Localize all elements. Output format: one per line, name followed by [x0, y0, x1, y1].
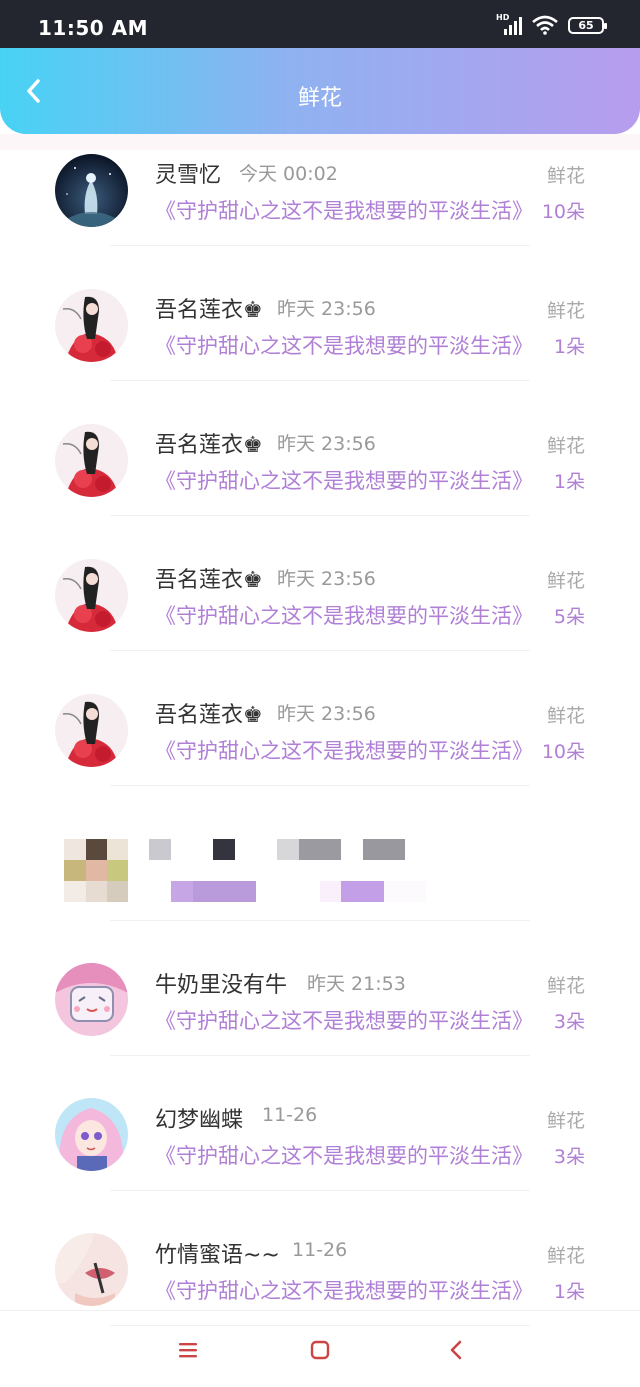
sender-name: 吾名莲衣♚	[155, 703, 263, 728]
mosaic-censored-row	[0, 825, 640, 960]
battery-level: 65	[578, 18, 594, 32]
gift-count: 1朵	[553, 1281, 585, 1303]
sender-name: 吾名莲衣♚	[155, 568, 263, 593]
avatar[interactable]	[55, 289, 128, 362]
mosaic-block	[107, 839, 128, 860]
list-item[interactable]: 吾名莲衣♚ 昨天 23:56 《守护甜心之这不是我想要的平淡生活》 鲜花 1朵	[0, 285, 640, 420]
timestamp: 11-26	[262, 1104, 318, 1126]
divider	[110, 1055, 530, 1056]
signal-icon: HD	[496, 13, 522, 35]
status-time: 11:50 AM	[38, 16, 149, 40]
mosaic-block	[277, 839, 299, 860]
mosaic-block	[193, 881, 256, 902]
gift-count: 5朵	[553, 606, 585, 628]
gift-count: 3朵	[553, 1011, 585, 1033]
gift-type: 鲜花	[546, 570, 585, 592]
mosaic-block	[64, 881, 86, 902]
timestamp: 昨天 21:53	[307, 973, 406, 995]
divider	[110, 650, 530, 651]
gift-type: 鲜花	[546, 705, 585, 727]
sender-name: 灵雪忆	[155, 163, 222, 188]
book-title: 《守护甜心之这不是我想要的平淡生活》	[155, 1009, 533, 1033]
mosaic-block	[171, 881, 193, 902]
sender-name: 牛奶里没有牛	[155, 973, 288, 998]
divider	[110, 515, 530, 516]
book-title: 《守护甜心之这不是我想要的平淡生活》	[155, 469, 533, 493]
avatar[interactable]	[55, 1233, 128, 1306]
gift-type: 鲜花	[546, 435, 585, 457]
book-title: 《守护甜心之这不是我想要的平淡生活》	[155, 739, 533, 763]
list-item[interactable]: 幻梦幽蝶 11-26 《守护甜心之这不是我想要的平淡生活》 鲜花 3朵	[0, 1095, 640, 1230]
mosaic-block	[107, 881, 128, 902]
list-item[interactable]	[0, 825, 640, 960]
timestamp: 昨天 23:56	[277, 568, 376, 590]
mosaic-block	[149, 839, 171, 860]
list-item[interactable]: 竹情蜜语~~ 11-26 《守护甜心之这不是我想要的平淡生活》 鲜花 1朵	[0, 1230, 640, 1365]
mosaic-block	[64, 860, 86, 881]
header-spacer	[0, 134, 640, 150]
mosaic-block	[86, 881, 107, 902]
avatar[interactable]	[55, 559, 128, 632]
gift-type: 鲜花	[546, 1110, 585, 1132]
mosaic-block	[299, 839, 341, 860]
avatar[interactable]	[55, 963, 128, 1036]
list-item[interactable]: 吾名莲衣♚ 昨天 23:56 《守护甜心之这不是我想要的平淡生活》 鲜花 10朵	[0, 690, 640, 825]
mosaic-block	[86, 860, 107, 881]
top-header: 鲜花	[0, 48, 640, 134]
mosaic-block	[341, 881, 384, 902]
book-title: 《守护甜心之这不是我想要的平淡生活》	[155, 1279, 533, 1303]
gift-count: 3朵	[553, 1146, 585, 1168]
gift-count: 10朵	[541, 201, 585, 223]
avatar[interactable]	[55, 154, 128, 227]
divider	[110, 245, 530, 246]
list-item[interactable]: 吾名莲衣♚ 昨天 23:56 《守护甜心之这不是我想要的平淡生活》 鲜花 1朵	[0, 420, 640, 555]
sender-name: 幻梦幽蝶	[155, 1108, 244, 1133]
timestamp: 昨天 23:56	[277, 298, 376, 320]
mosaic-block	[64, 839, 86, 860]
book-title: 《守护甜心之这不是我想要的平淡生活》	[155, 604, 533, 628]
list-item[interactable]: 吾名莲衣♚ 昨天 23:56 《守护甜心之这不是我想要的平淡生活》 鲜花 5朵	[0, 555, 640, 690]
battery-icon: 65	[568, 16, 607, 34]
book-title: 《守护甜心之这不是我想要的平淡生活》	[155, 334, 533, 358]
sender-name: 吾名莲衣♚	[155, 298, 263, 323]
avatar[interactable]	[55, 694, 128, 767]
gift-type: 鲜花	[546, 300, 585, 322]
status-bar: 11:50 AM HD 65	[0, 0, 640, 48]
divider	[110, 785, 530, 786]
mosaic-block	[86, 839, 107, 860]
page-title: 鲜花	[297, 86, 342, 111]
timestamp: 今天 00:02	[239, 163, 338, 185]
divider	[110, 380, 530, 381]
gift-count: 1朵	[553, 336, 585, 358]
list-item[interactable]: 灵雪忆 今天 00:02 《守护甜心之这不是我想要的平淡生活》 鲜花 10朵	[0, 150, 640, 285]
divider	[110, 1190, 530, 1191]
divider	[110, 920, 530, 921]
book-title: 《守护甜心之这不是我想要的平淡生活》	[155, 1144, 533, 1168]
sender-name: 吾名莲衣♚	[155, 433, 263, 458]
timestamp: 昨天 23:56	[277, 433, 376, 455]
list-item[interactable]: 牛奶里没有牛 昨天 21:53 《守护甜心之这不是我想要的平淡生活》 鲜花 3朵	[0, 960, 640, 1095]
mosaic-block	[320, 881, 341, 902]
timestamp: 11-26	[292, 1239, 348, 1261]
gift-count: 1朵	[553, 471, 585, 493]
gift-count: 10朵	[541, 741, 585, 763]
gift-type: 鲜花	[546, 165, 585, 187]
mosaic-block	[107, 860, 128, 881]
book-title: 《守护甜心之这不是我想要的平淡生活》	[155, 199, 533, 223]
timestamp: 昨天 23:56	[277, 703, 376, 725]
wifi-icon	[532, 15, 558, 35]
gift-type: 鲜花	[546, 975, 585, 997]
mosaic-block	[384, 881, 426, 902]
network-type: HD	[496, 13, 510, 22]
divider	[110, 1325, 530, 1326]
avatar[interactable]	[55, 1098, 128, 1171]
mosaic-block	[363, 839, 405, 860]
avatar[interactable]	[55, 424, 128, 497]
sender-name: 竹情蜜语~~	[155, 1243, 280, 1268]
status-icons: HD 65	[496, 13, 607, 35]
mosaic-block	[213, 839, 235, 860]
gift-type: 鲜花	[546, 1245, 585, 1267]
